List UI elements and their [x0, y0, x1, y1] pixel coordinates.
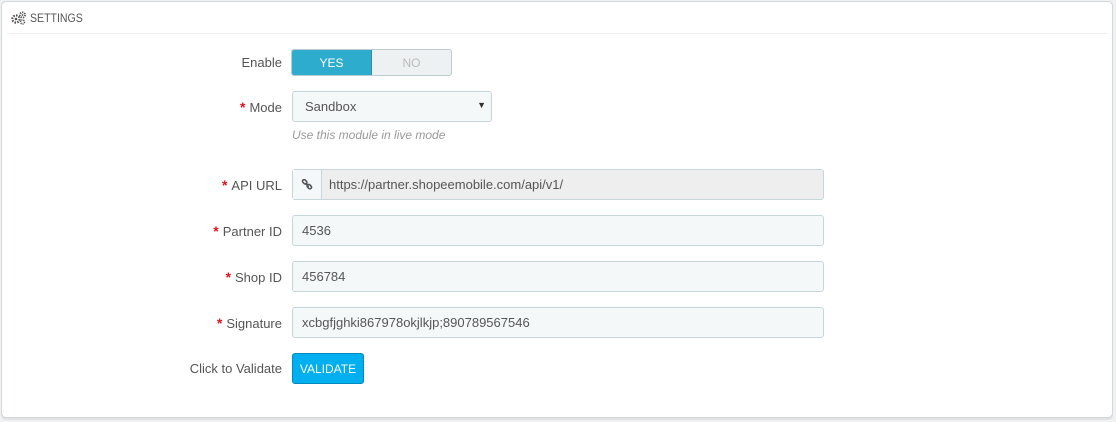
mode-select[interactable]: Sandbox ▼: [292, 91, 492, 122]
required-mark: *: [221, 177, 228, 193]
settings-panel: SETTINGS: [1, 1, 1113, 418]
mode-label: * Mode: [240, 99, 282, 115]
partner-id-input[interactable]: 4536: [292, 215, 824, 246]
link-icon: [293, 170, 322, 199]
shop-id-input[interactable]: 456784: [292, 261, 824, 292]
validate-button[interactable]: VALIDATE: [292, 353, 364, 384]
api-url-label-text: API URL: [231, 178, 282, 193]
mode-label-text: Mode: [249, 100, 282, 115]
mode-select-value: Sandbox: [305, 99, 357, 114]
validate-label: Click to Validate: [189, 361, 282, 376]
partner-id-value: 4536: [302, 223, 331, 238]
api-url-value: https://partner.shopeemobile.com/api/v1/: [329, 177, 564, 192]
enable-yes-option[interactable]: YES: [292, 50, 372, 75]
signature-value: xcbgfjghki867978okjlkjp;890789567546: [302, 315, 530, 330]
enable-no-option[interactable]: NO: [372, 50, 451, 75]
partner-id-label-text: Partner ID: [222, 224, 282, 239]
api-url-field[interactable]: https://partner.shopeemobile.com/api/v1/: [292, 169, 824, 200]
caret-down-icon: ▼: [477, 100, 486, 110]
gears-icon: [11, 11, 27, 25]
required-mark: *: [216, 315, 223, 331]
required-mark: *: [213, 223, 219, 239]
enable-label: Enable: [241, 55, 282, 70]
partner-id-label: * Partner ID: [213, 223, 282, 239]
signature-label-text: Signature: [226, 316, 282, 331]
shop-id-value: 456784: [302, 269, 346, 284]
shop-id-label: * Shop ID: [226, 269, 282, 285]
mode-help-text: Use this module in live mode: [292, 128, 446, 142]
required-mark: *: [225, 269, 232, 285]
required-mark: *: [240, 99, 246, 115]
shop-id-label-text: Shop ID: [235, 270, 282, 285]
panel-title: SETTINGS: [30, 10, 83, 25]
signature-input[interactable]: xcbgfjghki867978okjlkjp;890789567546: [292, 307, 824, 338]
signature-label: * Signature: [217, 315, 282, 331]
api-url-label: * API URL: [222, 177, 282, 193]
enable-switch[interactable]: YES NO: [291, 49, 452, 76]
panel-heading: SETTINGS: [7, 2, 1107, 34]
